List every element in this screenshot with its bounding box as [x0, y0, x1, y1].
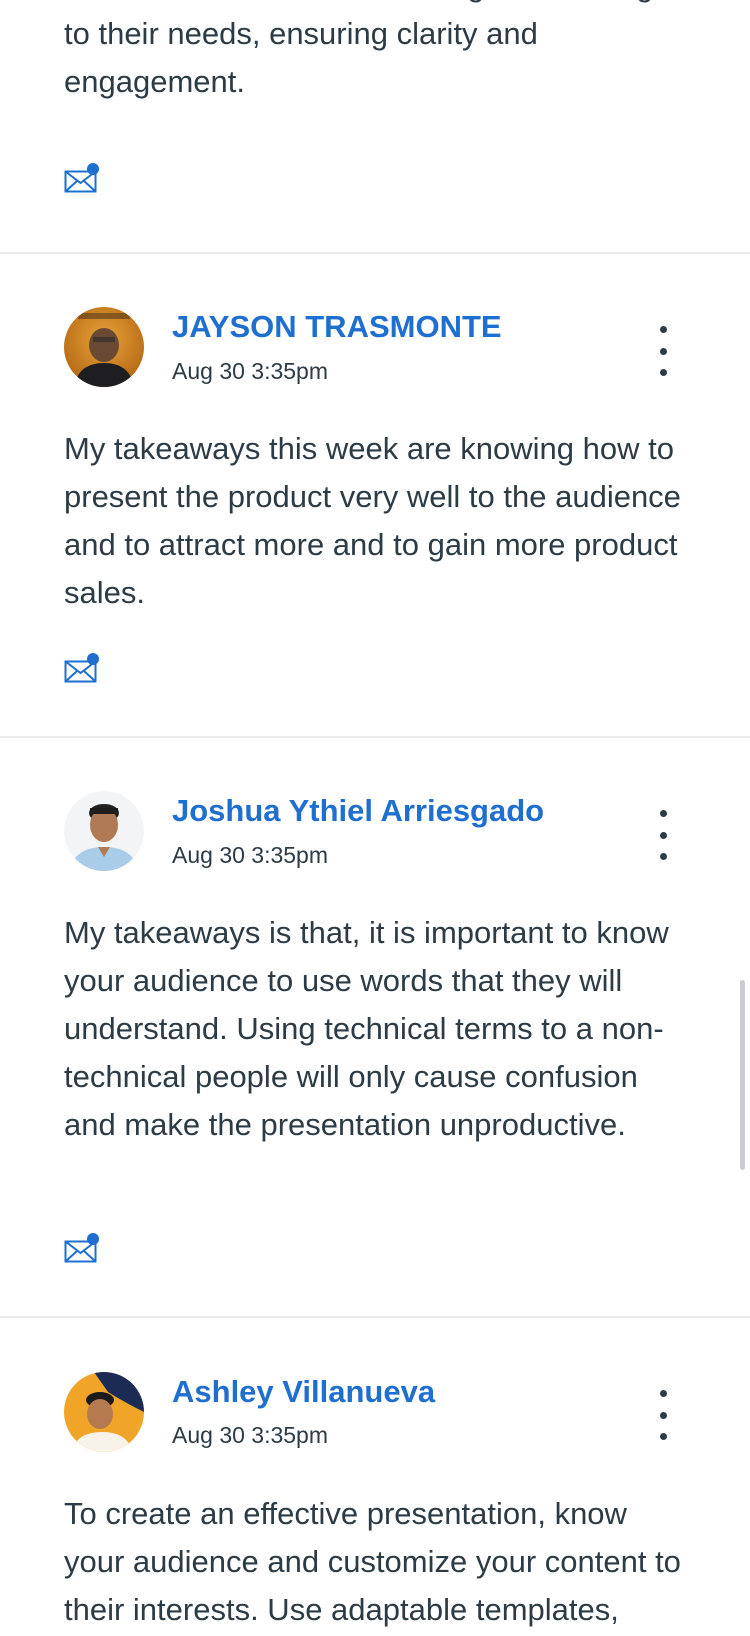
post-date: Aug 30 3:35pm	[172, 358, 329, 384]
discussion-reply: JAYSON TRASMONTE Aug 30 3:35pm My takeaw…	[0, 252, 750, 738]
discussion-reply-partial: crucial, as it allows for tailoring the …	[0, 0, 750, 254]
avatar[interactable]	[64, 307, 144, 387]
avatar-photo	[64, 791, 144, 871]
avatar[interactable]	[64, 1372, 144, 1452]
scrollbar[interactable]	[740, 980, 745, 1170]
mail-unread-icon[interactable]	[64, 1232, 100, 1264]
author-name-link[interactable]: JAYSON TRASMONTE	[172, 309, 502, 345]
reply-body: crucial, as it allows for tailoring the …	[64, 0, 670, 99]
post-date: Aug 30 3:35pm	[172, 842, 329, 868]
avatar-photo	[64, 307, 144, 387]
discussion-reply: Ashley Villanueva Aug 30 3:35pm To creat…	[0, 1316, 750, 1636]
discussion-reply: Joshua Ythiel Arriesgado Aug 30 3:35pm M…	[0, 736, 750, 1318]
author-name-link[interactable]: Joshua Ythiel Arriesgado	[172, 793, 544, 829]
reply-body: To create an effective presentation, kno…	[64, 1496, 681, 1627]
post-date: Aug 30 3:35pm	[172, 1422, 329, 1448]
mail-unread-icon[interactable]	[64, 652, 100, 684]
more-options-icon[interactable]	[648, 1390, 678, 1440]
avatar[interactable]	[64, 791, 144, 871]
author-name-link[interactable]: Ashley Villanueva	[172, 1374, 435, 1410]
avatar-photo	[64, 1372, 144, 1452]
more-options-icon[interactable]	[648, 810, 678, 860]
reply-body: My takeaways is that, it is important to…	[64, 915, 669, 1142]
more-options-icon[interactable]	[648, 326, 678, 376]
reply-body: My takeaways this week are knowing how t…	[64, 431, 681, 610]
mail-unread-icon[interactable]	[64, 162, 100, 194]
